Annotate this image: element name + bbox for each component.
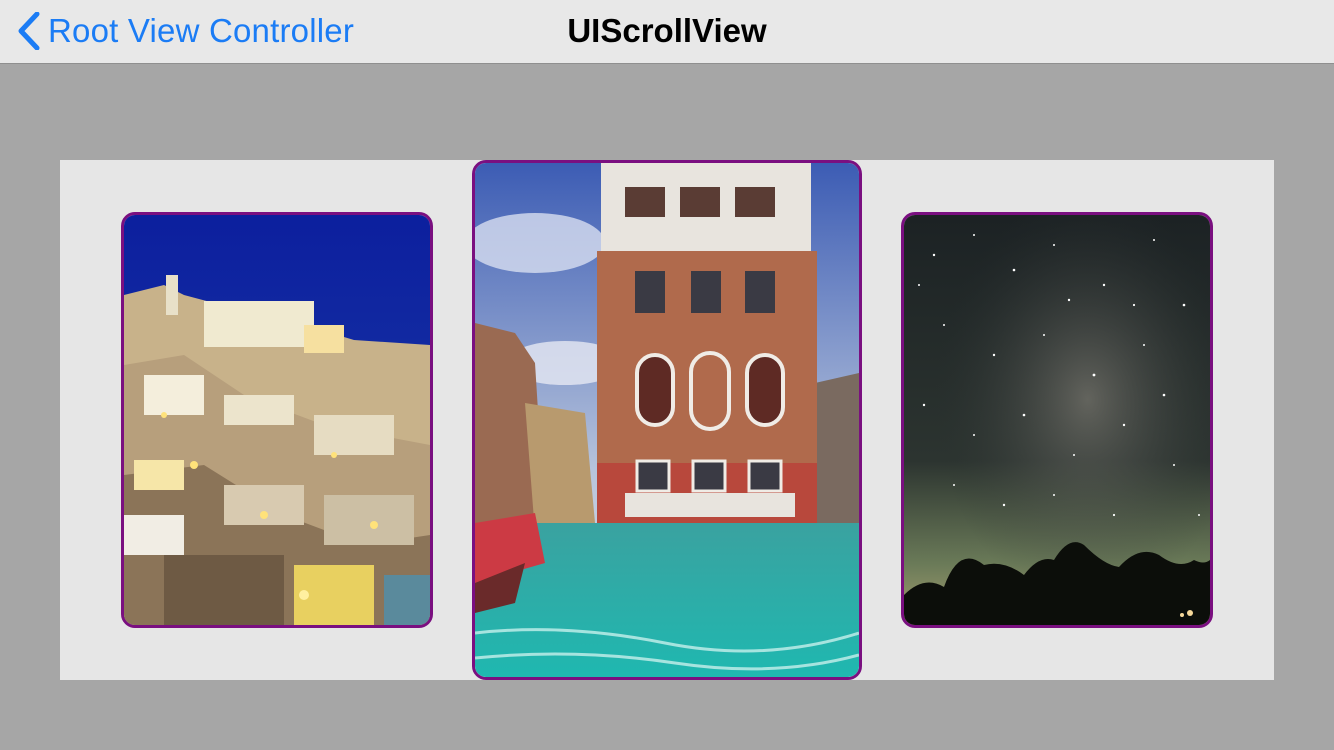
milky-way-night-sky-photo (904, 215, 1210, 625)
navigation-bar: Root View Controller UIScrollView (0, 0, 1334, 64)
santorini-night-photo (124, 215, 430, 625)
image-card-venice[interactable] (472, 160, 862, 680)
venice-canal-building-photo (475, 163, 859, 677)
image-card-milky-way[interactable] (901, 212, 1213, 628)
page-title: UIScrollView (567, 12, 767, 49)
image-card-santorini[interactable] (121, 212, 433, 628)
scroll-view[interactable] (60, 160, 1274, 680)
